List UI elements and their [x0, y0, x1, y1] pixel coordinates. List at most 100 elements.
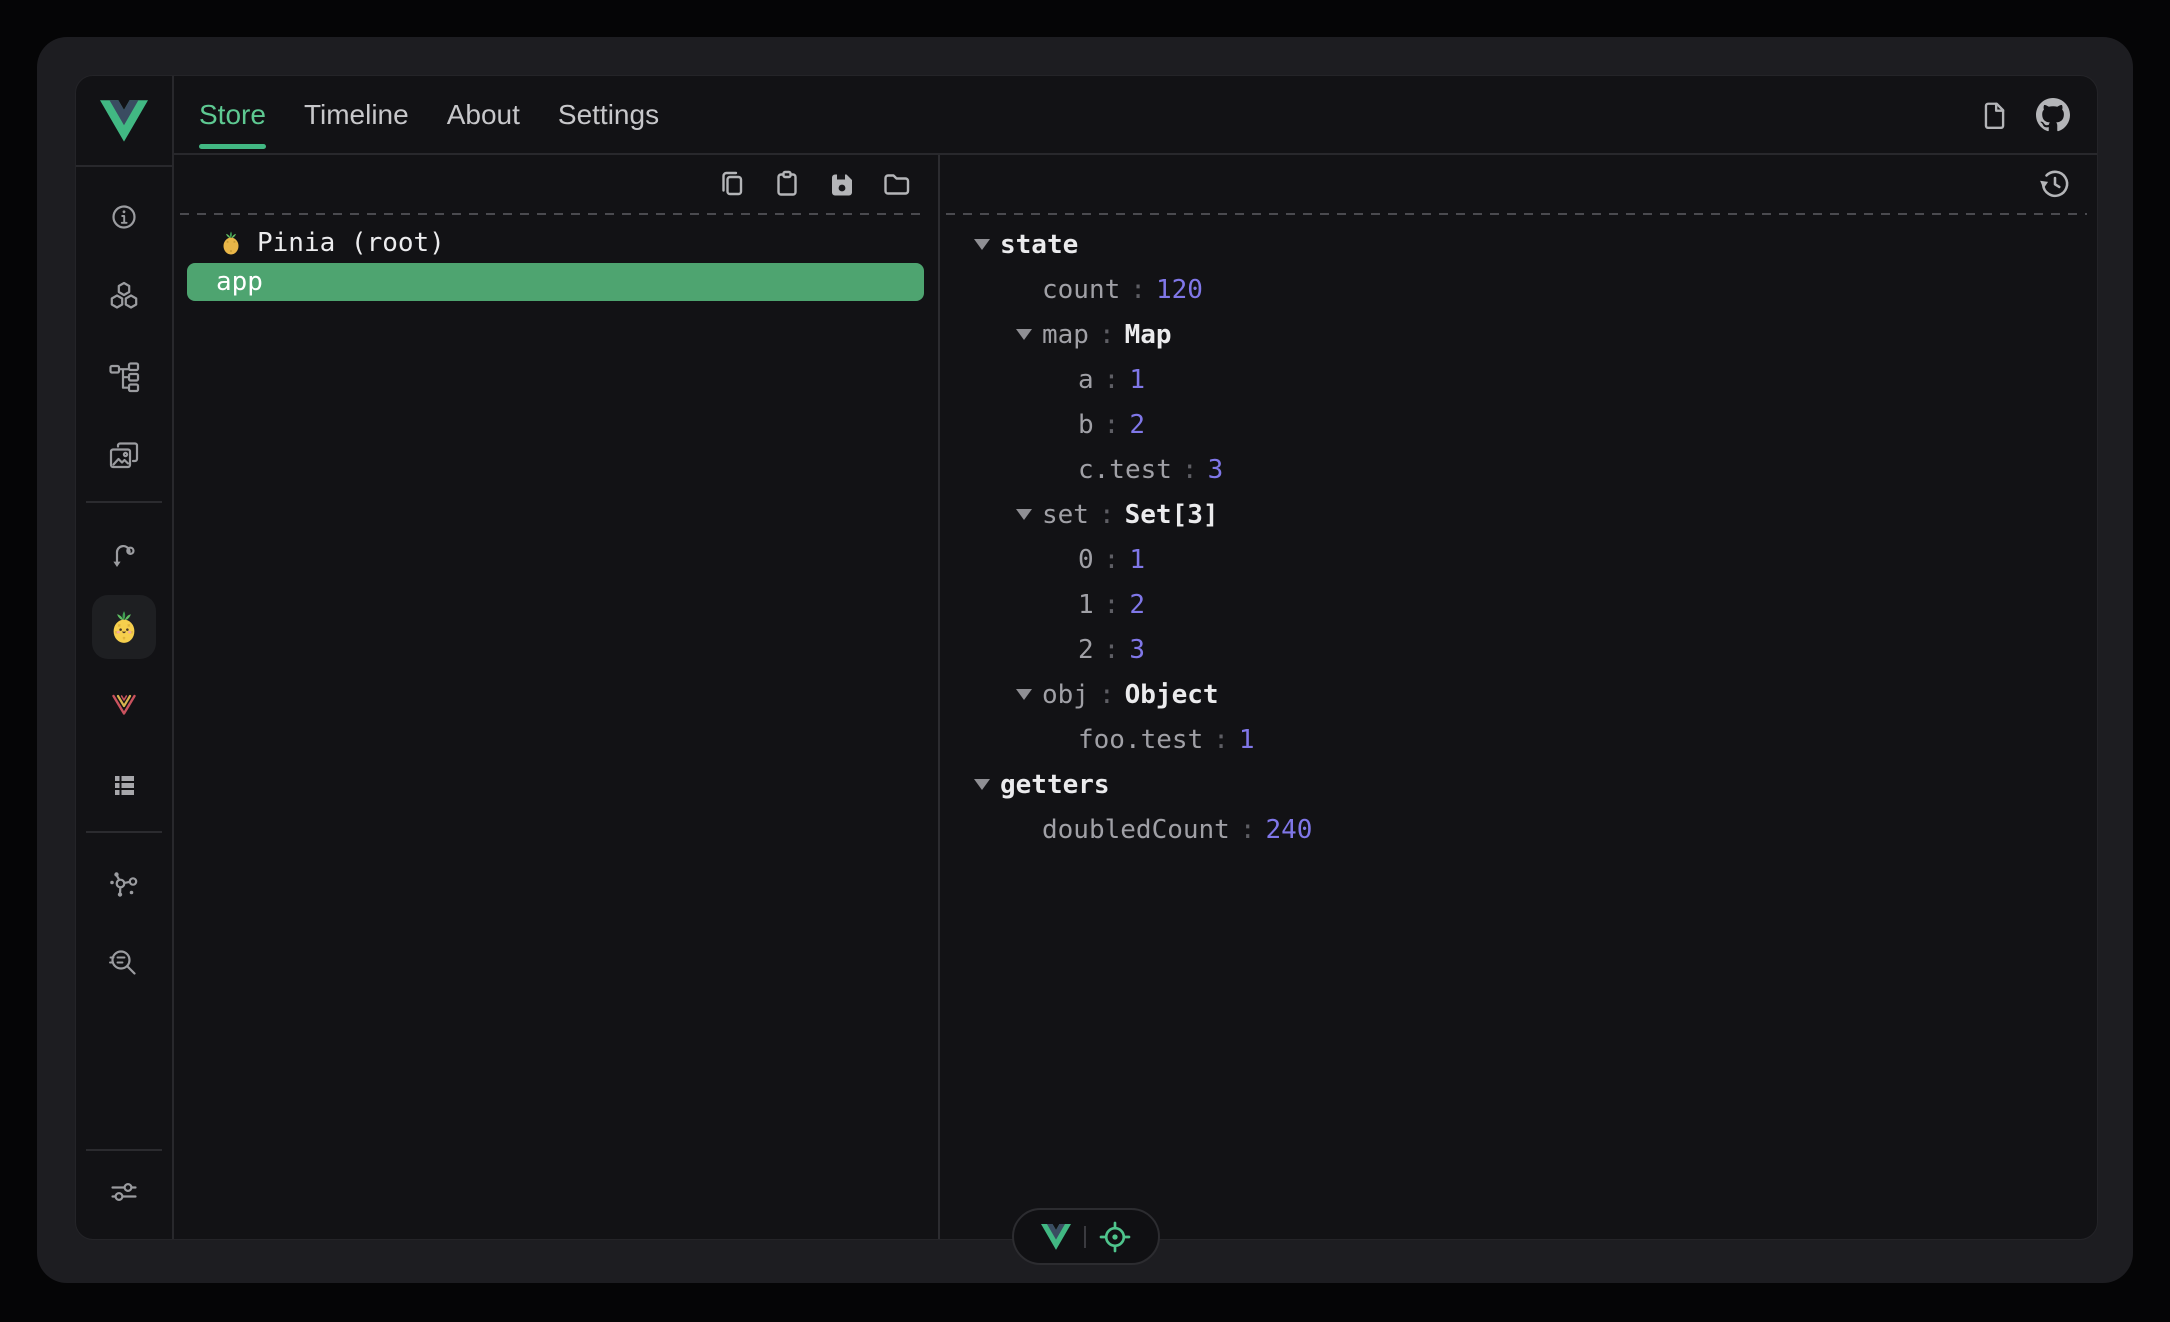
state-row-set[interactable]: set:Set[3]: [940, 492, 2097, 537]
sidebar-item-pinia[interactable]: [92, 595, 156, 659]
store-toolbar: [174, 155, 938, 213]
copy-state-button[interactable]: [717, 169, 747, 199]
tree-value: 1: [1129, 545, 1145, 575]
settings-sliders-icon: [107, 1176, 141, 1210]
state-row-c.test[interactable]: c.test:3: [940, 447, 2097, 492]
content-area: Pinia (root) app: [174, 155, 2097, 1239]
tree-key: 0: [1078, 545, 1094, 575]
documentation-button[interactable]: [1979, 100, 2009, 130]
tab-store[interactable]: Store: [199, 76, 266, 153]
tree-key: getters: [1000, 770, 1110, 800]
sidebar-item-components[interactable]: [96, 269, 152, 325]
tree-key: set: [1042, 500, 1089, 530]
sidebar-item-assets[interactable]: [96, 429, 152, 485]
key-value-separator: :: [1230, 815, 1266, 845]
expander-caret-icon[interactable]: [1016, 329, 1042, 340]
state-row-0[interactable]: 0:1: [940, 537, 2097, 582]
history-button[interactable]: [2039, 168, 2071, 200]
github-button[interactable]: [2036, 98, 2070, 132]
sidebar-item-inspect[interactable]: [96, 936, 152, 992]
sidebar-item-graph[interactable]: [96, 856, 152, 912]
pineapple-emoji-icon: [218, 230, 244, 256]
expander-caret-icon[interactable]: [1016, 689, 1042, 700]
sidebar-divider: [86, 1149, 162, 1151]
tree-key: b: [1078, 410, 1094, 440]
state-row-2[interactable]: 2:3: [940, 627, 2097, 672]
key-value-separator: :: [1172, 455, 1208, 485]
devtools-pill: [1012, 1208, 1160, 1265]
state-row-getters[interactable]: getters: [940, 762, 2097, 807]
vue-devtools-button[interactable]: [1041, 1224, 1071, 1250]
key-value-separator: :: [1089, 320, 1125, 350]
main-area: Store Timeline About Settings: [174, 76, 2097, 1239]
tree-key: map: [1042, 320, 1089, 350]
sidebar: [76, 76, 174, 1239]
key-value-separator: :: [1120, 275, 1156, 305]
sidebar-divider: [86, 831, 162, 833]
sidebar-item-routes[interactable]: [96, 349, 152, 405]
open-state-icon: [882, 169, 912, 199]
tab-timeline[interactable]: Timeline: [304, 76, 409, 153]
key-value-separator: :: [1089, 500, 1125, 530]
store-list: app: [174, 263, 938, 301]
routes-tree-icon: [107, 360, 141, 394]
pill-divider: [1084, 1226, 1086, 1248]
inspect-target-icon: [1099, 1221, 1131, 1253]
assets-images-icon: [107, 440, 141, 474]
tree-key: count: [1042, 275, 1120, 305]
pinia-root-row[interactable]: Pinia (root): [174, 223, 938, 263]
tree-value: 1: [1129, 365, 1145, 395]
state-row-foo.test[interactable]: foo.test:1: [940, 717, 2097, 762]
tree-value: 3: [1129, 635, 1145, 665]
tree-key: foo.test: [1078, 725, 1203, 755]
expander-caret-icon[interactable]: [974, 239, 1000, 250]
divider-dashed: [180, 213, 928, 215]
sidebar-item-overview[interactable]: [96, 189, 152, 245]
state-row-count[interactable]: count:120: [940, 267, 2097, 312]
documentation-icon: [1979, 100, 2009, 130]
tab-settings[interactable]: Settings: [558, 76, 659, 153]
save-state-icon: [827, 169, 857, 199]
expander-caret-icon[interactable]: [1016, 509, 1042, 520]
state-row-map[interactable]: map:Map: [940, 312, 2097, 357]
timeline-hook-icon: [107, 539, 141, 573]
overview-info-icon: [107, 200, 141, 234]
copy-state-icon: [717, 169, 747, 199]
state-row-b[interactable]: b:2: [940, 402, 2097, 447]
devtools-window: Store Timeline About Settings: [37, 37, 2133, 1283]
pinia-pineapple-icon: [106, 609, 142, 645]
github-icon: [2036, 98, 2070, 132]
key-value-separator: :: [1094, 545, 1130, 575]
state-panel: statecount:120map:Mapa:1b:2c.test:3set:S…: [940, 155, 2097, 1239]
active-tab-underline: [199, 144, 266, 149]
expander-caret-icon[interactable]: [974, 779, 1000, 790]
tab-bar: Store Timeline About Settings: [174, 76, 659, 153]
save-state-button[interactable]: [827, 169, 857, 199]
inspect-target-button[interactable]: [1099, 1221, 1131, 1253]
list-icon: [107, 768, 141, 802]
sidebar-item-list[interactable]: [96, 757, 152, 813]
tree-type: Set[3]: [1125, 500, 1219, 530]
state-row-doubledCount[interactable]: doubledCount:240: [940, 807, 2097, 852]
open-state-button[interactable]: [882, 169, 912, 199]
tree-key: c.test: [1078, 455, 1172, 485]
header-actions: [1979, 98, 2070, 132]
key-value-separator: :: [1203, 725, 1239, 755]
tree-value: 3: [1208, 455, 1224, 485]
state-row-obj[interactable]: obj:Object: [940, 672, 2097, 717]
tree-type: Object: [1125, 680, 1219, 710]
sidebar-item-settings[interactable]: [96, 1165, 152, 1221]
vue-logo-icon: [100, 100, 148, 142]
tree-key: a: [1078, 365, 1094, 395]
key-value-separator: :: [1094, 365, 1130, 395]
vue-logo-icon: [1041, 1224, 1071, 1250]
vue-plugin-v-icon: [107, 688, 141, 722]
paste-state-button[interactable]: [772, 169, 802, 199]
state-row-a[interactable]: a:1: [940, 357, 2097, 402]
state-row-1[interactable]: 1:2: [940, 582, 2097, 627]
store-row-app[interactable]: app: [187, 263, 924, 301]
sidebar-item-vue-plugin[interactable]: [96, 677, 152, 733]
sidebar-item-timeline-hook[interactable]: [96, 528, 152, 584]
tab-about[interactable]: About: [447, 76, 520, 153]
state-row-state[interactable]: state: [940, 222, 2097, 267]
